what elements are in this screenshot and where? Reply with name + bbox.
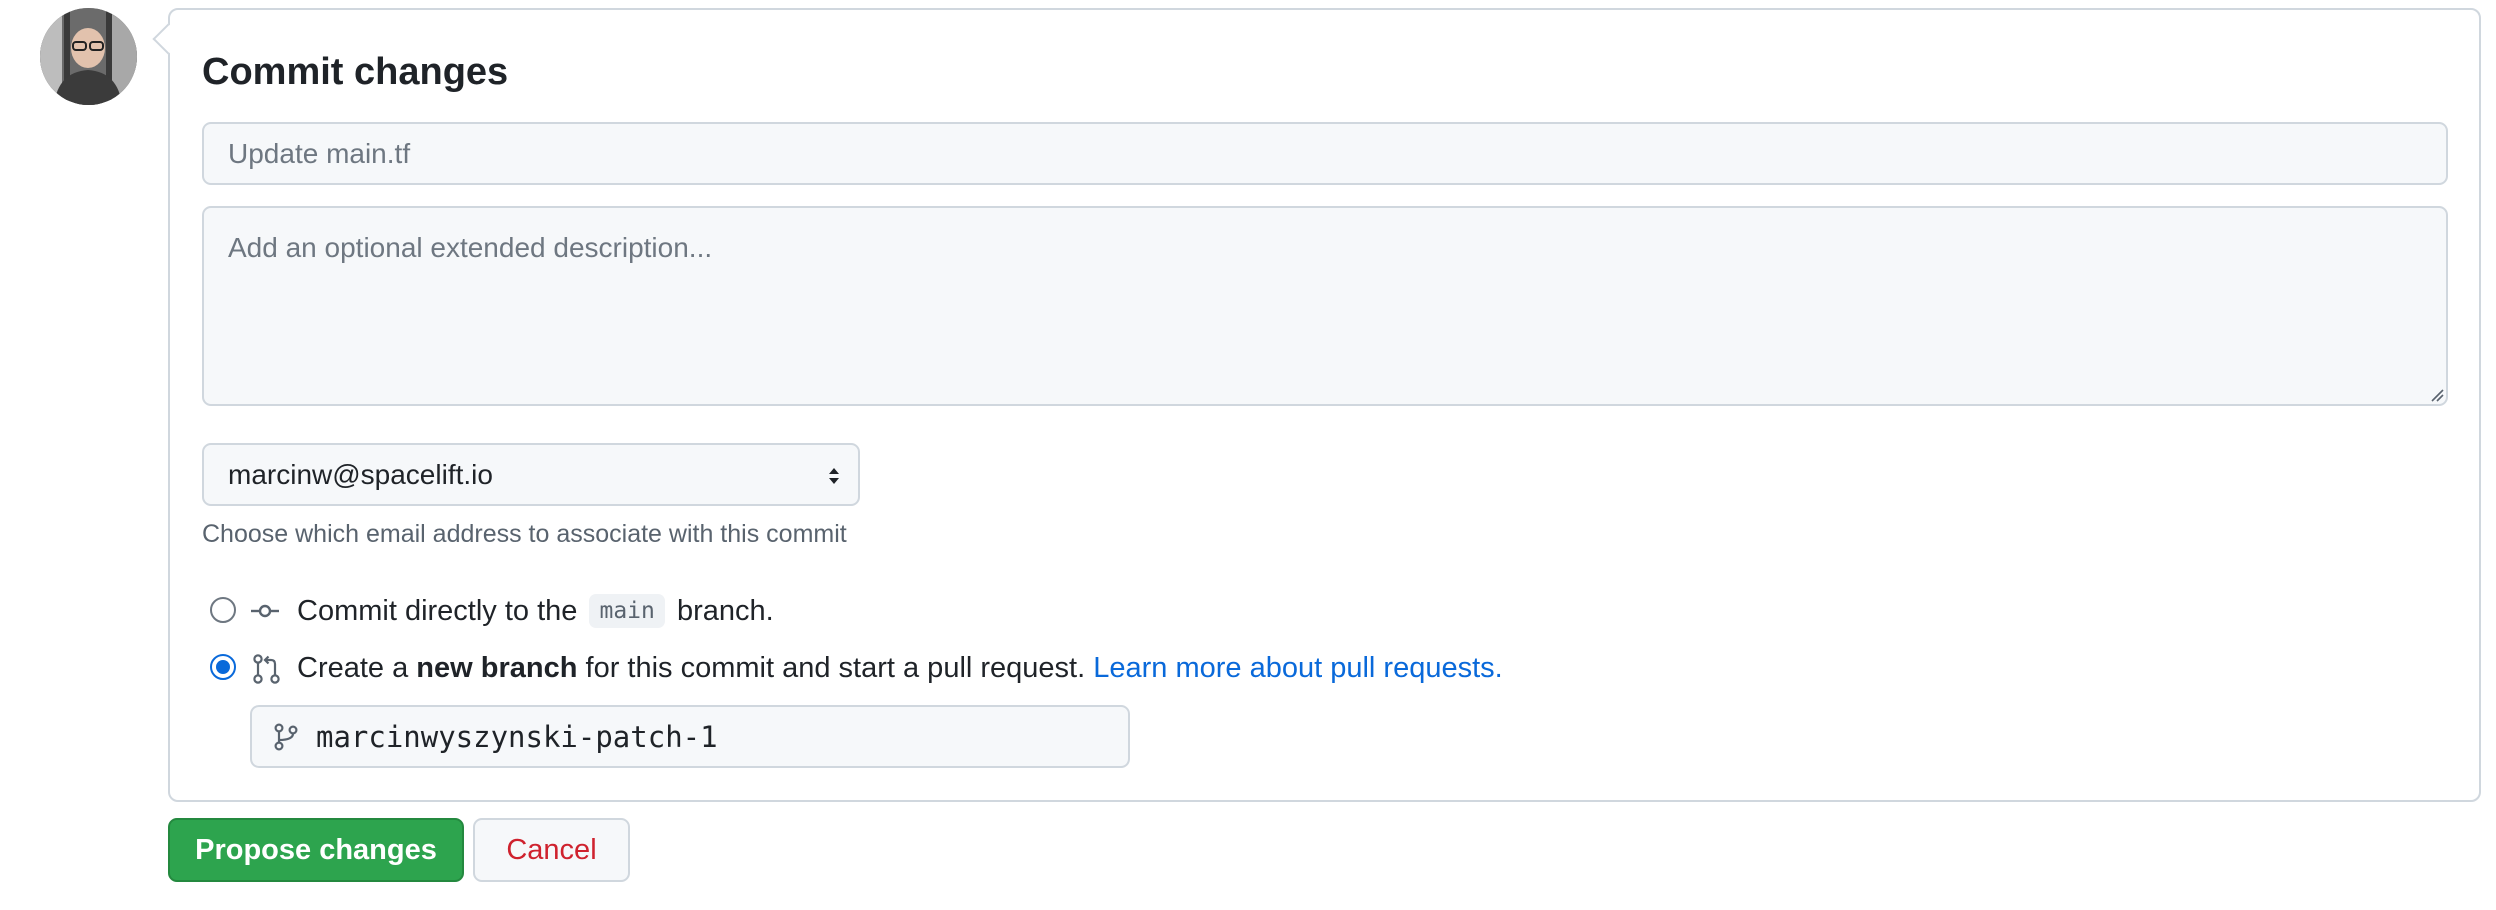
git-commit-icon bbox=[251, 604, 279, 618]
branch-name-input[interactable] bbox=[316, 707, 1116, 766]
git-pull-request-icon bbox=[253, 654, 280, 684]
avatar-image bbox=[40, 8, 137, 105]
commit-direct-prefix: Commit directly to the bbox=[297, 595, 578, 627]
commit-direct-radio[interactable] bbox=[210, 597, 236, 623]
commit-direct-label[interactable]: Commit directly to the main branch. bbox=[297, 593, 774, 629]
propose-changes-button[interactable]: Propose changes bbox=[168, 818, 464, 882]
commit-email-hint: Choose which email address to associate … bbox=[202, 520, 847, 548]
new-branch-suffix: for this commit and start a pull request… bbox=[585, 652, 1086, 684]
main-branch-code: main bbox=[589, 594, 665, 628]
user-avatar[interactable] bbox=[40, 8, 137, 105]
commit-changes-page: Commit changes marcinw@spacelift.io Choo… bbox=[0, 0, 2496, 910]
select-caret-icon bbox=[829, 468, 839, 484]
new-branch-label[interactable]: Create a new branch for this commit and … bbox=[297, 650, 1503, 686]
cancel-button[interactable]: Cancel bbox=[473, 818, 630, 882]
new-branch-bold: new branch bbox=[416, 652, 578, 684]
commit-email-value: marcinw@spacelift.io bbox=[228, 459, 493, 490]
new-branch-prefix: Create a bbox=[297, 652, 409, 684]
resize-handle-icon[interactable] bbox=[2430, 388, 2444, 402]
commit-summary-input[interactable] bbox=[202, 122, 2448, 185]
commit-description-textarea[interactable] bbox=[202, 206, 2448, 406]
branch-name-field bbox=[250, 705, 1130, 768]
commit-form-title: Commit changes bbox=[202, 51, 509, 93]
git-branch-icon bbox=[274, 723, 298, 751]
commit-direct-suffix: branch. bbox=[676, 595, 774, 627]
commit-email-select[interactable]: marcinw@spacelift.io bbox=[202, 443, 860, 506]
new-branch-radio[interactable] bbox=[210, 654, 236, 680]
learn-more-pull-requests-link[interactable]: Learn more about pull requests. bbox=[1093, 652, 1502, 684]
